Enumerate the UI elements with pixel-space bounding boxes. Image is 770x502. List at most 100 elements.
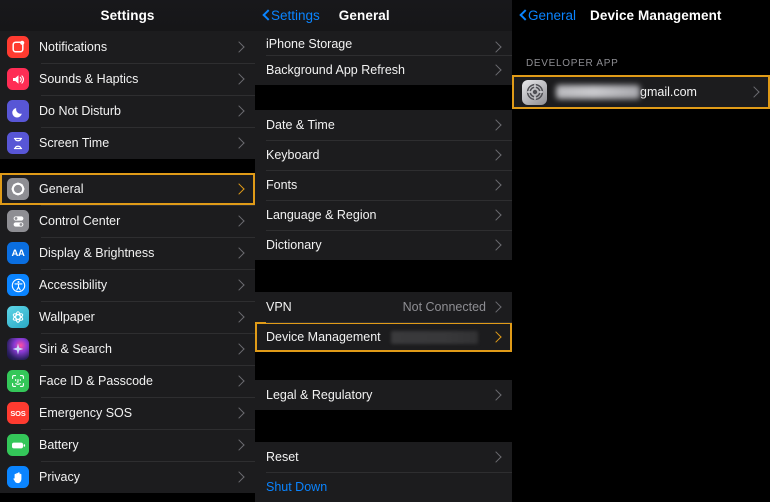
general-item-keyboard[interactable]: Keyboard (255, 140, 512, 170)
ipad-settings-screen: Settings Notifications (0, 0, 770, 502)
chevron-right-icon (233, 407, 244, 418)
chevron-right-icon (490, 451, 501, 462)
sidebar-item-sounds-haptics[interactable]: Sounds & Haptics (0, 63, 255, 95)
general-group-gap (255, 352, 512, 380)
sidebar-title: Settings (100, 8, 154, 23)
sidebar-item-accessibility[interactable]: Accessibility (0, 269, 255, 301)
screen-time-icon (7, 132, 29, 154)
chevron-right-icon (233, 343, 244, 354)
do-not-disturb-icon (7, 100, 29, 122)
chevron-right-icon (233, 311, 244, 322)
chevron-right-icon (490, 149, 501, 160)
control-center-icon (7, 210, 29, 232)
device-management-body: DEVELOPER APP gmail.com (512, 31, 770, 502)
sidebar-item-battery[interactable]: Battery (0, 429, 255, 461)
sounds-haptics-icon (7, 68, 29, 90)
battery-icon (7, 434, 29, 456)
general-group-1: iPhone Storage Background App Refresh (255, 31, 512, 85)
general-item-vpn[interactable]: VPN Not Connected (255, 292, 512, 322)
sidebar-item-wallpaper[interactable]: Wallpaper (0, 301, 255, 333)
general-group-3: VPN Not Connected Device Management (255, 292, 512, 352)
chevron-left-icon (519, 10, 526, 22)
general-item-background-app-refresh[interactable]: Background App Refresh (255, 55, 512, 85)
general-group-gap (255, 410, 512, 442)
sidebar-item-label: Privacy (39, 470, 80, 484)
sidebar-item-face-id-passcode[interactable]: Face ID & Passcode (0, 365, 255, 397)
chevron-right-icon (233, 105, 244, 116)
general-item-label: Language & Region (266, 208, 377, 222)
general-item-label: Reset (266, 450, 299, 464)
chevron-right-icon (233, 247, 244, 258)
chevron-left-icon (262, 10, 269, 22)
accessibility-icon (7, 274, 29, 296)
sidebar-item-label: Accessibility (39, 278, 107, 292)
face-id-icon (7, 370, 29, 392)
developer-profile-icon (522, 80, 547, 105)
sidebar-item-screen-time[interactable]: Screen Time (0, 127, 255, 159)
developer-app-email: gmail.com (556, 85, 697, 99)
general-item-label: Dictionary (266, 238, 322, 252)
back-to-general-button[interactable]: General (519, 8, 576, 23)
sidebar-item-label: Wallpaper (39, 310, 95, 324)
sidebar-item-label: Siri & Search (39, 342, 112, 356)
device-management-panel: General Device Management DEVELOPER APP (512, 0, 770, 502)
developer-app-row[interactable]: gmail.com (512, 75, 770, 109)
sidebar-item-privacy[interactable]: Privacy (0, 461, 255, 493)
siri-search-icon (7, 338, 29, 360)
chevron-right-icon (233, 41, 244, 52)
gear-icon (7, 178, 29, 200)
display-brightness-icon: AA (7, 242, 29, 264)
general-item-legal-regulatory[interactable]: Legal & Regulatory (255, 380, 512, 410)
sidebar-group-gap (0, 159, 255, 173)
chevron-right-icon (490, 301, 501, 312)
general-group-2: Date & Time Keyboard Fonts Language & Re… (255, 110, 512, 260)
general-item-label: iPhone Storage (266, 37, 352, 51)
general-item-dictionary[interactable]: Dictionary (255, 230, 512, 260)
general-item-label: Device Management (266, 330, 381, 344)
general-group-4: Legal & Regulatory (255, 380, 512, 410)
developer-app-email-suffix: gmail.com (640, 85, 697, 99)
chevron-right-icon (490, 64, 501, 75)
general-item-date-time[interactable]: Date & Time (255, 110, 512, 140)
general-item-fonts[interactable]: Fonts (255, 170, 512, 200)
chevron-right-icon (233, 183, 244, 194)
general-group-gap (255, 85, 512, 110)
general-item-label: Date & Time (266, 118, 335, 132)
developer-app-section-header: DEVELOPER APP (512, 58, 770, 75)
sidebar-item-label: Control Center (39, 214, 120, 228)
sidebar-item-siri-search[interactable]: Siri & Search (0, 333, 255, 365)
chevron-right-icon (233, 375, 244, 386)
sidebar-item-label: General (39, 182, 83, 196)
general-item-label: Legal & Regulatory (266, 388, 372, 402)
vpn-status-value: Not Connected (403, 300, 492, 314)
sidebar-item-label: Screen Time (39, 136, 109, 150)
general-group-5: Reset Shut Down (255, 442, 512, 502)
general-item-device-management[interactable]: Device Management (255, 322, 512, 352)
sidebar-item-label: Notifications (39, 40, 107, 54)
sidebar-item-display-brightness[interactable]: AA Display & Brightness (0, 237, 255, 269)
sidebar-item-emergency-sos[interactable]: SOS Emergency SOS (0, 397, 255, 429)
sidebar-item-label: Face ID & Passcode (39, 374, 153, 388)
sidebar-item-label: Display & Brightness (39, 246, 154, 260)
sidebar-item-control-center[interactable]: Control Center (0, 205, 255, 237)
developer-app-email-redacted (556, 85, 640, 99)
chevron-right-icon (490, 179, 501, 190)
general-item-reset[interactable]: Reset (255, 442, 512, 472)
general-item-iphone-storage[interactable]: iPhone Storage (255, 31, 512, 55)
chevron-right-icon (490, 389, 501, 400)
general-panel: Settings General iPhone Storage Backgrou… (255, 0, 512, 502)
sidebar-item-do-not-disturb[interactable]: Do Not Disturb (0, 95, 255, 127)
general-item-language-region[interactable]: Language & Region (255, 200, 512, 230)
chevron-right-icon (748, 86, 759, 97)
settings-sidebar-panel: Settings Notifications (0, 0, 255, 502)
sidebar-item-notifications[interactable]: Notifications (0, 31, 255, 63)
back-to-settings-button[interactable]: Settings (262, 8, 320, 23)
chevron-right-icon (490, 209, 501, 220)
chevron-right-icon (490, 41, 501, 52)
general-item-shut-down[interactable]: Shut Down (255, 472, 512, 502)
general-item-label: Background App Refresh (266, 63, 405, 77)
sidebar-item-general[interactable]: General (0, 173, 255, 205)
chevron-right-icon (233, 137, 244, 148)
device-management-redacted-value (391, 331, 478, 344)
sidebar-item-label: Battery (39, 438, 79, 452)
